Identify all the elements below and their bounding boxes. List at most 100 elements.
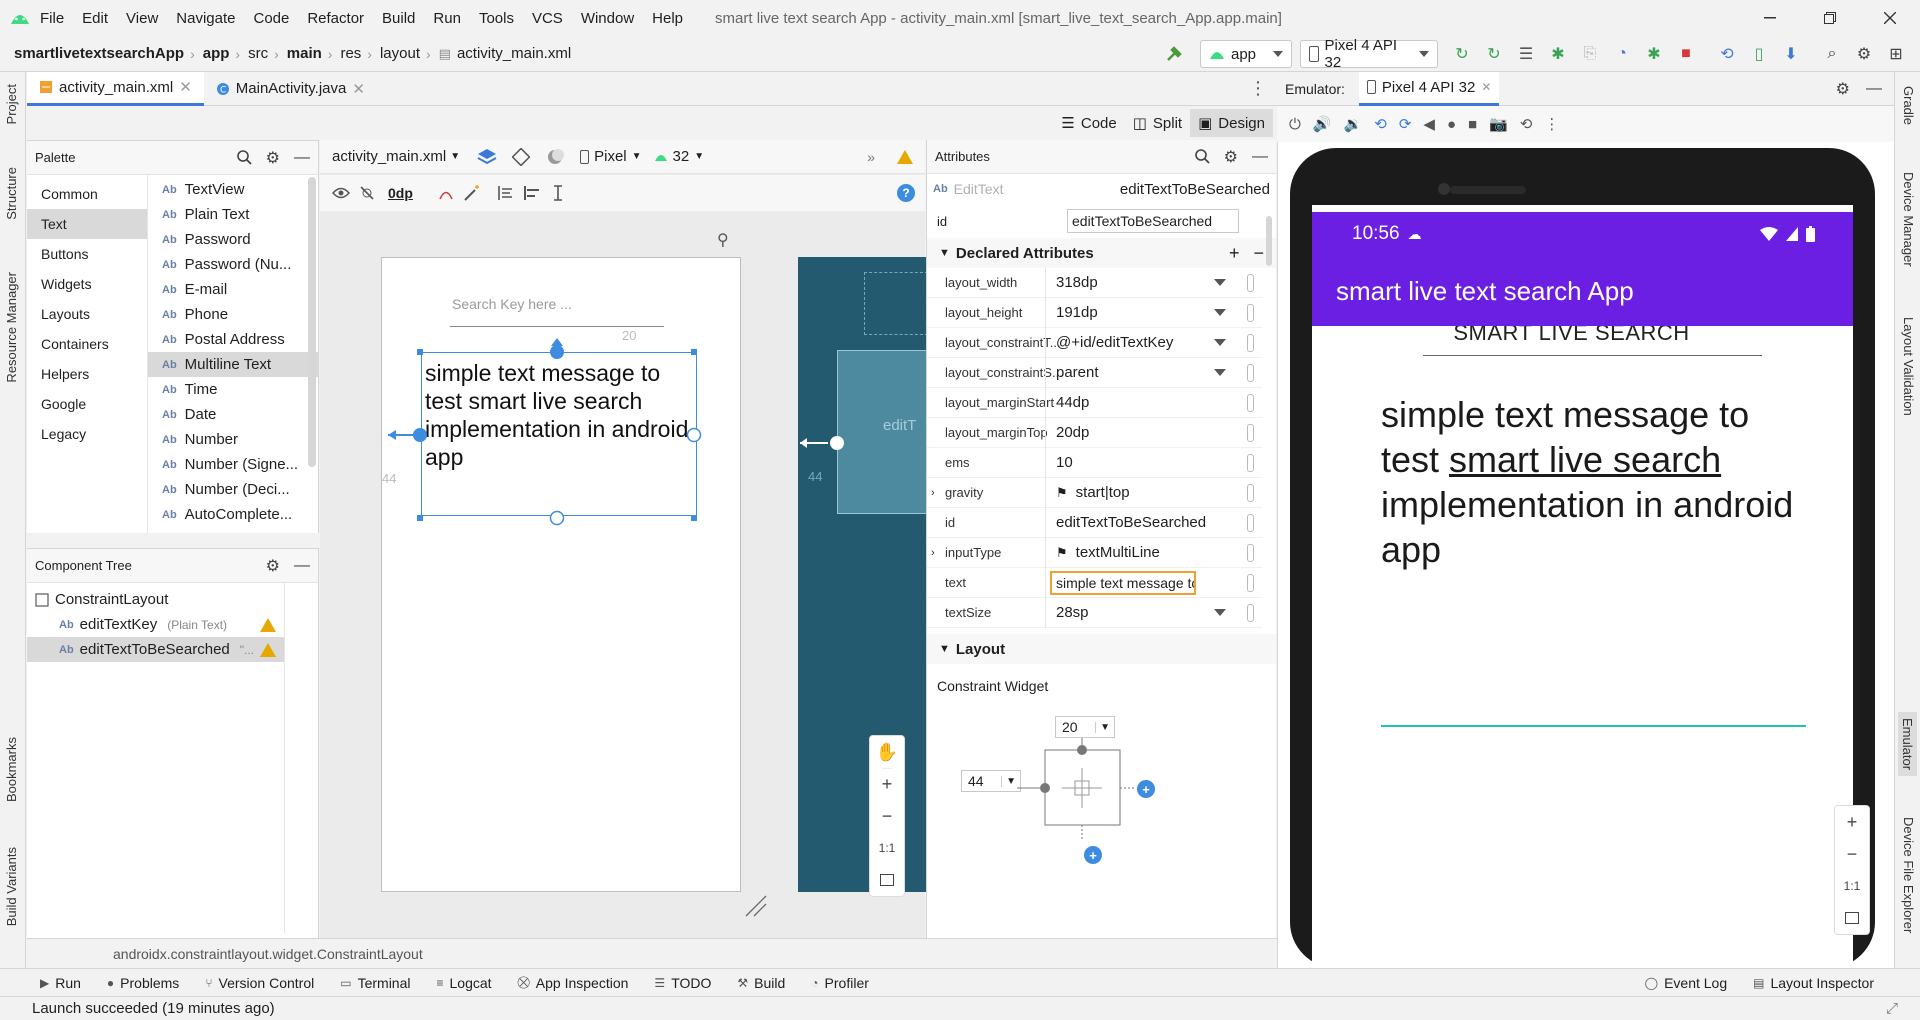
project-tool-tab[interactable]: Project [4,84,19,124]
pan-tool-icon[interactable]: ⚲ [717,230,729,250]
tool-window-layout-inspector[interactable]: ▤ Layout Inspector [1753,975,1874,991]
hammer-build-icon[interactable] [1161,41,1187,67]
run-config-select[interactable]: app [1200,40,1292,68]
menu-build[interactable]: Build [382,10,415,27]
chevron-down-icon[interactable] [1214,308,1226,316]
resize-handle-icon[interactable] [744,894,768,918]
attribute-value[interactable]: ⚑ start|top [1045,477,1262,508]
restore-button[interactable] [1800,0,1860,36]
palette-category-helpers[interactable]: Helpers [27,359,147,389]
menu-vcs[interactable]: VCS [532,10,563,27]
resource-picker-icon[interactable] [1247,273,1254,292]
camera-icon[interactable]: 📷 [1489,115,1508,133]
top-margin-select[interactable]: 20 ▼ [1055,716,1115,738]
attribute-value[interactable]: 10 [1045,447,1262,478]
palette-category-text[interactable]: Text [27,209,147,239]
zoom-in-button[interactable]: + [881,768,893,800]
tool-window-event-log[interactable]: ◯ Event Log [1645,975,1728,991]
debug-icon[interactable]: ✱ [1545,41,1571,67]
tool-window-problems[interactable]: ● Problems [107,975,179,991]
device-select[interactable]: Pixel 4 API 32 [1300,37,1438,71]
menu-edit[interactable]: Edit [82,10,108,27]
palette-category-common[interactable]: Common [27,179,147,209]
menu-code[interactable]: Code [253,10,289,27]
attribute-value[interactable]: 20dp [1045,417,1262,448]
palette-item-multiline-text[interactable]: Ab Multiline Text [148,352,318,377]
tab-options-icon[interactable]: ⋮ [1249,78,1267,99]
layout-file-select[interactable]: activity_main.xml ▼ [320,148,460,165]
palette-item-password-nu[interactable]: Ab Password (Nu... [148,252,318,277]
default-margin-select[interactable]: 0dp [388,185,413,201]
minimize-panel-icon[interactable]: — [1252,148,1268,166]
search-icon[interactable] [1194,149,1210,164]
palette-category-containers[interactable]: Containers [27,329,147,359]
menu-file[interactable]: File [40,10,64,27]
palette-item-time[interactable]: Ab Time [148,377,318,402]
overview-icon[interactable]: ■ [1468,116,1477,133]
gear-icon[interactable]: ⚙ [266,556,280,576]
gear-icon[interactable]: ⚙ [1224,147,1238,167]
resource-picker-icon[interactable] [1247,363,1254,382]
palette-category-widgets[interactable]: Widgets [27,269,147,299]
back-icon[interactable]: ◀ [1423,115,1435,133]
attach-debugger-icon[interactable]: ✱ [1641,41,1667,67]
design-mode-button[interactable]: ▣ Design [1190,109,1273,137]
menu-run[interactable]: Run [433,10,461,27]
rotate-right-icon[interactable]: ⟳ [1399,115,1412,133]
chevron-down-icon[interactable] [1214,338,1226,346]
device-file-explorer-tool-tab[interactable]: Device File Explorer [1901,817,1916,933]
add-attribute-button[interactable]: + [1229,243,1240,264]
search-icon[interactable] [236,150,252,165]
palette-item-phone[interactable]: Ab Phone [148,302,318,327]
palette-item-number-signe[interactable]: Ab Number (Signe... [148,452,318,477]
code-mode-button[interactable]: ☰ Code [1053,109,1124,137]
palette-category-buttons[interactable]: Buttons [27,239,147,269]
layout-validation-tool-tab[interactable]: Layout Validation [1901,317,1916,416]
zoom-actual-button[interactable]: 1:1 [879,832,896,864]
account-icon[interactable]: ⊞ [1883,41,1909,67]
tab-main-activity-java[interactable]: C MainActivity.java ✕ [204,72,377,106]
gradle-tool-tab[interactable]: Gradle [1901,86,1916,125]
tool-window-profiler[interactable]: ◔ Profiler [811,975,869,991]
attribute-value[interactable]: 44dp [1045,387,1262,418]
logcat-icon[interactable]: ☰ [1513,41,1539,67]
clear-constraints-icon[interactable] [433,184,459,202]
palette-item-autocomplete[interactable]: Ab AutoComplete... [148,502,318,527]
breadcrumb-src[interactable]: src [248,45,268,62]
layout-section[interactable]: ▼ Layout [927,634,1276,664]
chevron-down-icon[interactable] [1214,608,1226,616]
minimize-panel-icon[interactable]: — [1866,80,1882,98]
build-variants-tool-tab[interactable]: Build Variants [4,847,19,926]
zoom-in-button[interactable]: + [1847,806,1858,838]
palette-scrollbar[interactable] [308,177,316,467]
home-icon[interactable]: ● [1447,116,1456,133]
palette-category-legacy[interactable]: Legacy [27,419,147,449]
settings-icon[interactable]: ⚙ [1851,41,1877,67]
expand-toolbar-icon[interactable]: » [867,149,875,165]
tab-activity-main-xml[interactable]: activity_main.xml ✕ [27,71,204,106]
palette-item-date[interactable]: Ab Date [148,402,318,427]
tool-window-logcat[interactable]: ≡ Logcat [436,975,491,991]
guidelines-icon[interactable] [545,184,571,202]
tool-window-terminal[interactable]: ▭ Terminal [340,975,410,991]
breadcrumb-main[interactable]: main [287,45,322,62]
attribute-value[interactable]: 191dp [1045,297,1262,328]
structure-tool-tab[interactable]: Structure [4,167,19,220]
tool-window-build[interactable]: ⚒ Build [737,975,785,991]
attach-icon[interactable]: ⎘ [1577,41,1603,67]
breadcrumb-res[interactable]: res [340,45,361,62]
emulator-tool-tab[interactable]: Emulator [1898,712,1917,777]
remove-attribute-button[interactable]: − [1253,243,1264,264]
status-expand-icon[interactable]: ⤢ [1886,1000,1898,1017]
tool-window-todo[interactable]: ☰ TODO [654,975,711,991]
menu-window[interactable]: Window [581,10,634,27]
menu-help[interactable]: Help [652,10,683,27]
autoconnect-icon[interactable] [354,184,380,202]
id-field[interactable]: editTextToBeSearched [1067,209,1239,233]
gear-icon[interactable]: ⚙ [1836,79,1850,99]
apply-code-icon[interactable]: ↻ [1481,41,1507,67]
warning-icon[interactable] [260,642,277,657]
more-options-icon[interactable]: ⋮ [1544,115,1559,133]
gear-icon[interactable]: ⚙ [266,148,280,168]
bookmarks-tool-tab[interactable]: Bookmarks [4,737,19,802]
